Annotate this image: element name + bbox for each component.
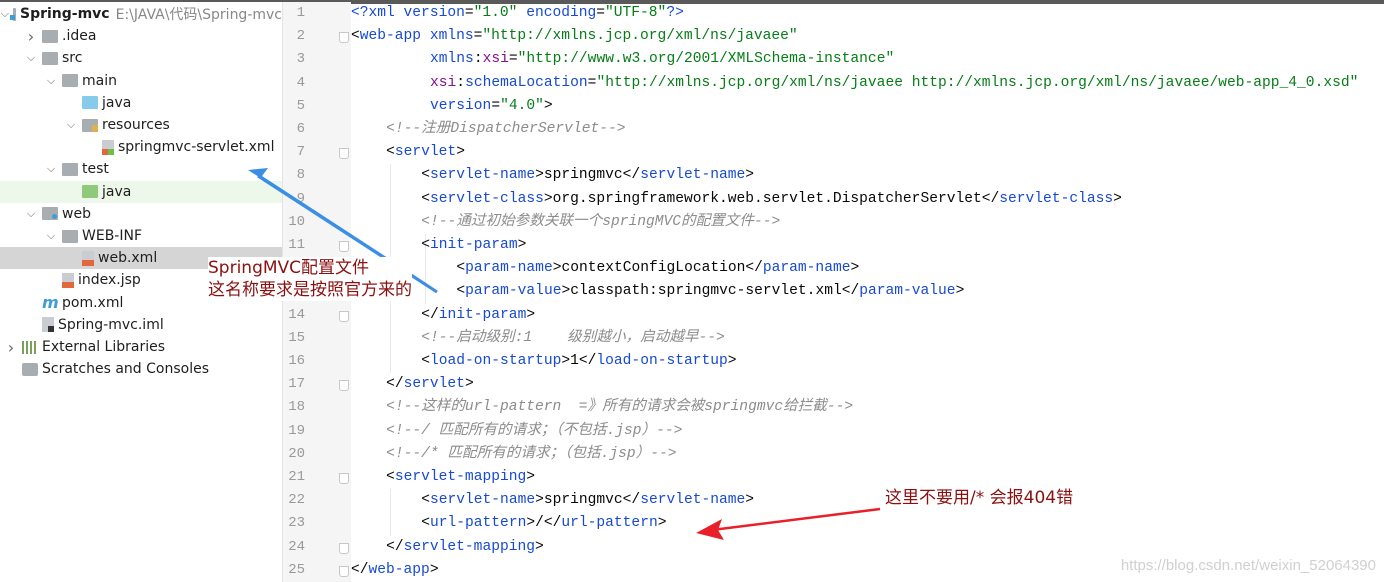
config-note-line1: SpringMVC配置文件 (208, 258, 370, 278)
watermark: https://blog.csdn.net/weixin_52064390 (1120, 557, 1376, 574)
config-note-line2: 这名称要求是按照官方来的 (208, 280, 412, 300)
url-pattern-annotation: 这里不要用/* 会报404错 (885, 487, 1074, 509)
red-arrow-shaft (711, 507, 881, 532)
config-file-annotation: SpringMVC配置文件 这名称要求是按照官方来的 (208, 257, 412, 301)
